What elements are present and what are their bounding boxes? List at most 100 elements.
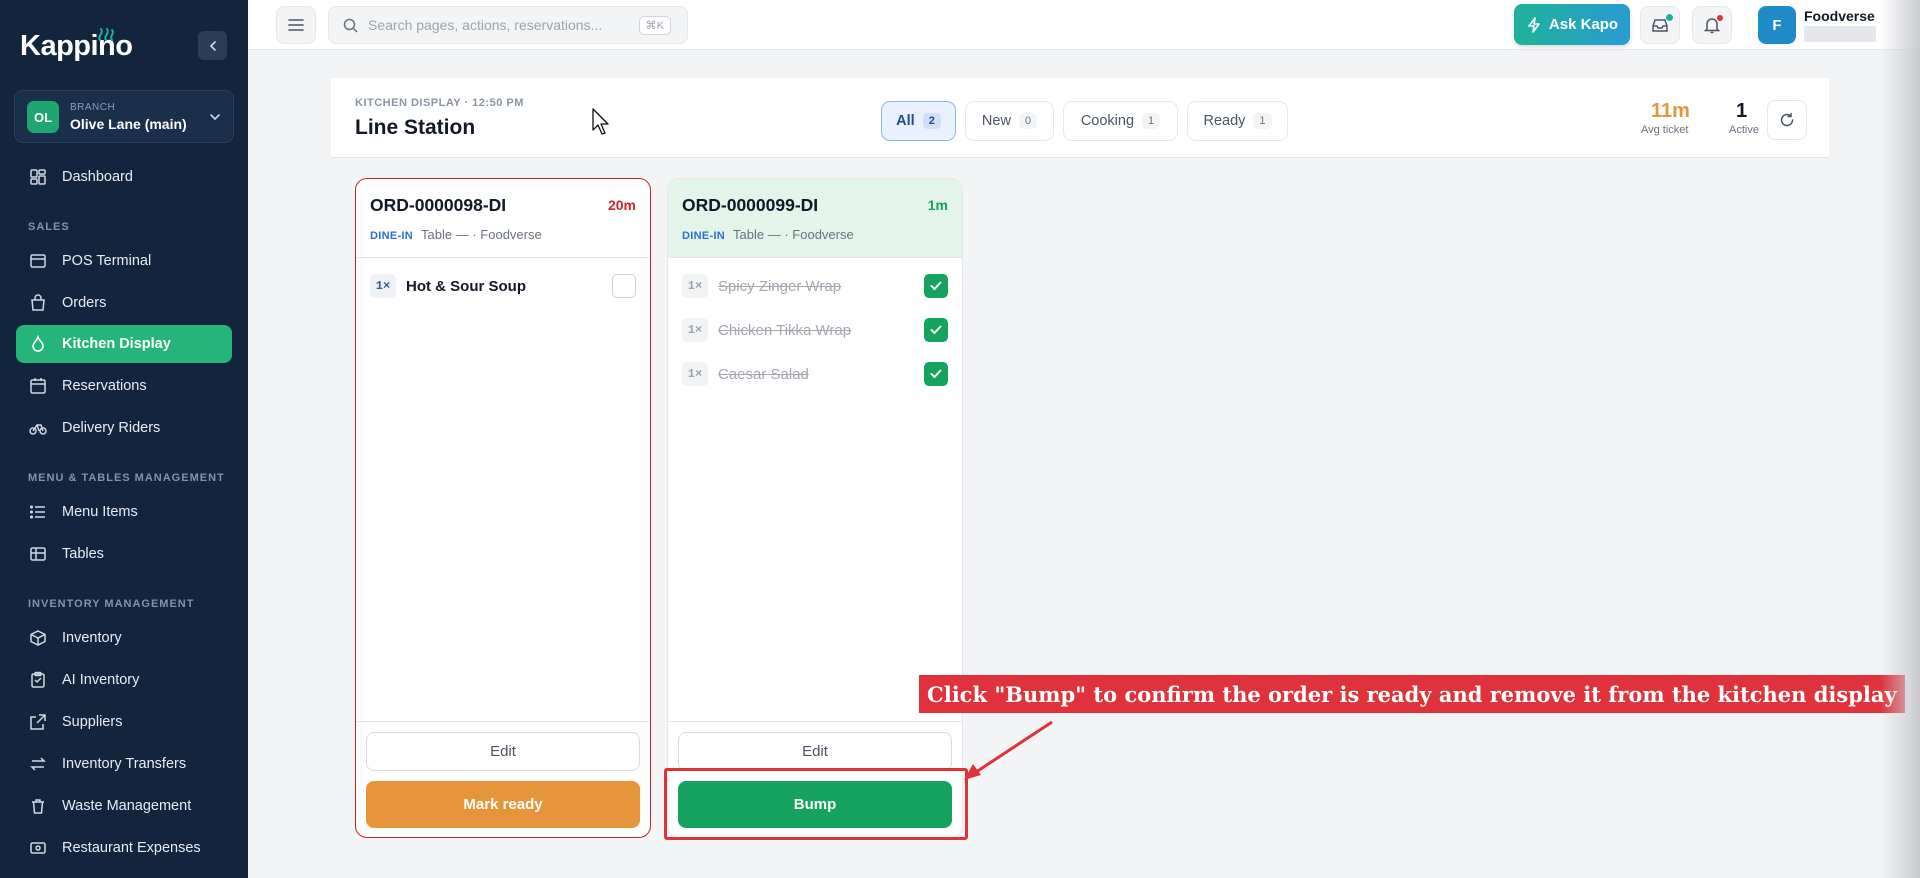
filter-count: 2 [922,113,941,129]
inbox-status-dot [1665,13,1674,22]
sidebar-item-waste-management[interactable]: Waste Management [16,787,232,825]
table-location: Table — · Foodverse [733,227,854,242]
branch-caption: BRANCH [70,102,116,113]
ask-kapo-button[interactable]: Ask Kapo [1514,4,1630,45]
sidebar-item-label: Inventory [62,630,122,646]
ticket-header: ORD-0000099-DI 1m DINE-IN Table — · Foodv… [668,179,962,258]
nav-section-sales: SALES [28,221,70,233]
flame-icon [28,334,48,354]
branch-avatar: OL [27,101,59,133]
sidebar-item-label: POS Terminal [62,253,152,269]
annotation-arrow-icon [964,720,1053,780]
order-ticket: ORD-0000099-DI 1m DINE-IN Table — · Foodv… [667,178,963,838]
top-bar: ⌘K Ask Kapo F Foodverse [248,0,1920,50]
annotation-highlight-box [664,768,968,840]
filter-cooking[interactable]: Cooking 1 [1063,101,1178,141]
item-name: Hot & Sour Soup [406,277,526,295]
filter-all[interactable]: All 2 [881,101,956,141]
sidebar-item-pos-terminal[interactable]: POS Terminal [16,242,232,280]
user-avatar[interactable]: F [1758,6,1796,44]
sidebar-item-label: Suppliers [62,714,123,730]
sidebar-item-label: Waste Management [62,798,192,814]
item-done-checkbox[interactable] [924,274,948,298]
clipboard-icon [28,670,48,690]
kitchen-display-header: KITCHEN DISPLAY · 12:50 PM Line Station … [331,78,1829,158]
sidebar-item-kitchen-display[interactable]: Kitchen Display [16,325,232,363]
sidebar-item-label: Menu Items [62,504,138,520]
avg-ticket-value: 11m [1651,100,1690,122]
item-quantity: 1× [682,274,708,298]
sidebar-item-ai-inventory[interactable]: AI Inventory [16,661,232,699]
collapse-sidebar-button[interactable] [198,31,227,60]
order-id: ORD-0000098-DI [370,195,507,215]
menu-button[interactable] [276,6,316,44]
nav-section-inventory: INVENTORY MANAGEMENT [28,598,195,610]
ticket-header: ORD-0000098-DI 20m DINE-IN Table — · Food… [356,179,650,258]
sidebar-item-label: Kitchen Display [62,336,171,352]
inbox-button[interactable] [1640,6,1680,44]
filter-label: Ready [1203,113,1246,129]
lightning-icon [1528,16,1540,33]
user-name[interactable]: Foodverse [1804,8,1875,24]
notification-dot [1717,15,1723,21]
sidebar-item-label: AI Inventory [62,672,140,688]
sidebar-item-label: Orders [62,295,107,311]
item-quantity: 1× [682,318,708,342]
active-count-value: 1 [1736,100,1748,122]
elapsed-time: 20m [607,197,636,213]
sidebar-item-label: Tables [62,546,104,562]
filter-label: All [896,113,915,129]
table-grid-icon [28,544,48,564]
order-item: 1× Hot & Sour Soup [370,271,636,301]
sidebar: Kappino OL BRANCH Olive Lane (main) Dash… [0,0,248,878]
sidebar-item-orders[interactable]: Orders [16,284,232,322]
external-link-icon [28,712,48,732]
bike-icon [28,418,48,438]
banknote-icon [28,838,48,858]
refresh-button[interactable] [1767,100,1807,140]
branch-selector[interactable]: OL BRANCH Olive Lane (main) [14,90,234,143]
sidebar-item-delivery-riders[interactable]: Delivery Riders [16,409,232,447]
filter-count: 0 [1018,113,1038,129]
filter-new[interactable]: New 0 [965,101,1054,141]
sidebar-item-suppliers[interactable]: Suppliers [16,703,232,741]
sidebar-item-label: Dashboard [62,169,133,185]
check-icon [930,369,942,378]
filter-ready[interactable]: Ready 1 [1187,101,1288,141]
avg-ticket-label: Avg ticket [1641,124,1689,136]
filter-label: Cooking [1080,113,1135,129]
sidebar-item-inventory-transfers[interactable]: Inventory Transfers [16,745,232,783]
screen-edge-shadow [1880,0,1920,878]
item-done-checkbox[interactable] [924,362,948,386]
transfer-icon [28,754,48,774]
active-count-label: Active [1729,124,1759,136]
filter-label: New [981,113,1011,129]
trash-icon [28,796,48,816]
hamburger-icon [288,19,304,31]
search-input[interactable] [368,17,638,33]
elapsed-time: 1m [927,197,948,213]
search-bar[interactable]: ⌘K [328,6,688,44]
item-done-checkbox[interactable] [612,274,636,298]
sidebar-item-tables[interactable]: Tables [16,535,232,573]
sidebar-item-dashboard[interactable]: Dashboard [16,158,232,196]
ticket-footer: Edit Mark ready [356,721,650,837]
dashboard-icon [28,167,48,187]
item-quantity: 1× [682,362,708,386]
sidebar-item-label: Inventory Transfers [62,756,187,772]
mark-ready-button[interactable]: Mark ready [366,781,640,828]
sidebar-item-menu-items[interactable]: Menu Items [16,493,232,531]
sidebar-item-inventory[interactable]: Inventory [16,619,232,657]
filter-count: 1 [1253,113,1272,129]
check-icon [930,281,942,290]
notifications-button[interactable] [1692,6,1732,44]
order-item: 1× Chicken Tikka Wrap [682,315,948,345]
edit-button[interactable]: Edit [366,732,640,771]
edit-button[interactable]: Edit [678,732,952,771]
pos-icon [28,251,48,271]
refresh-icon [1780,112,1794,127]
box-icon [28,628,48,648]
sidebar-item-restaurant-expenses[interactable]: Restaurant Expenses [16,829,232,867]
sidebar-item-reservations[interactable]: Reservations [16,367,232,405]
item-done-checkbox[interactable] [924,318,948,342]
